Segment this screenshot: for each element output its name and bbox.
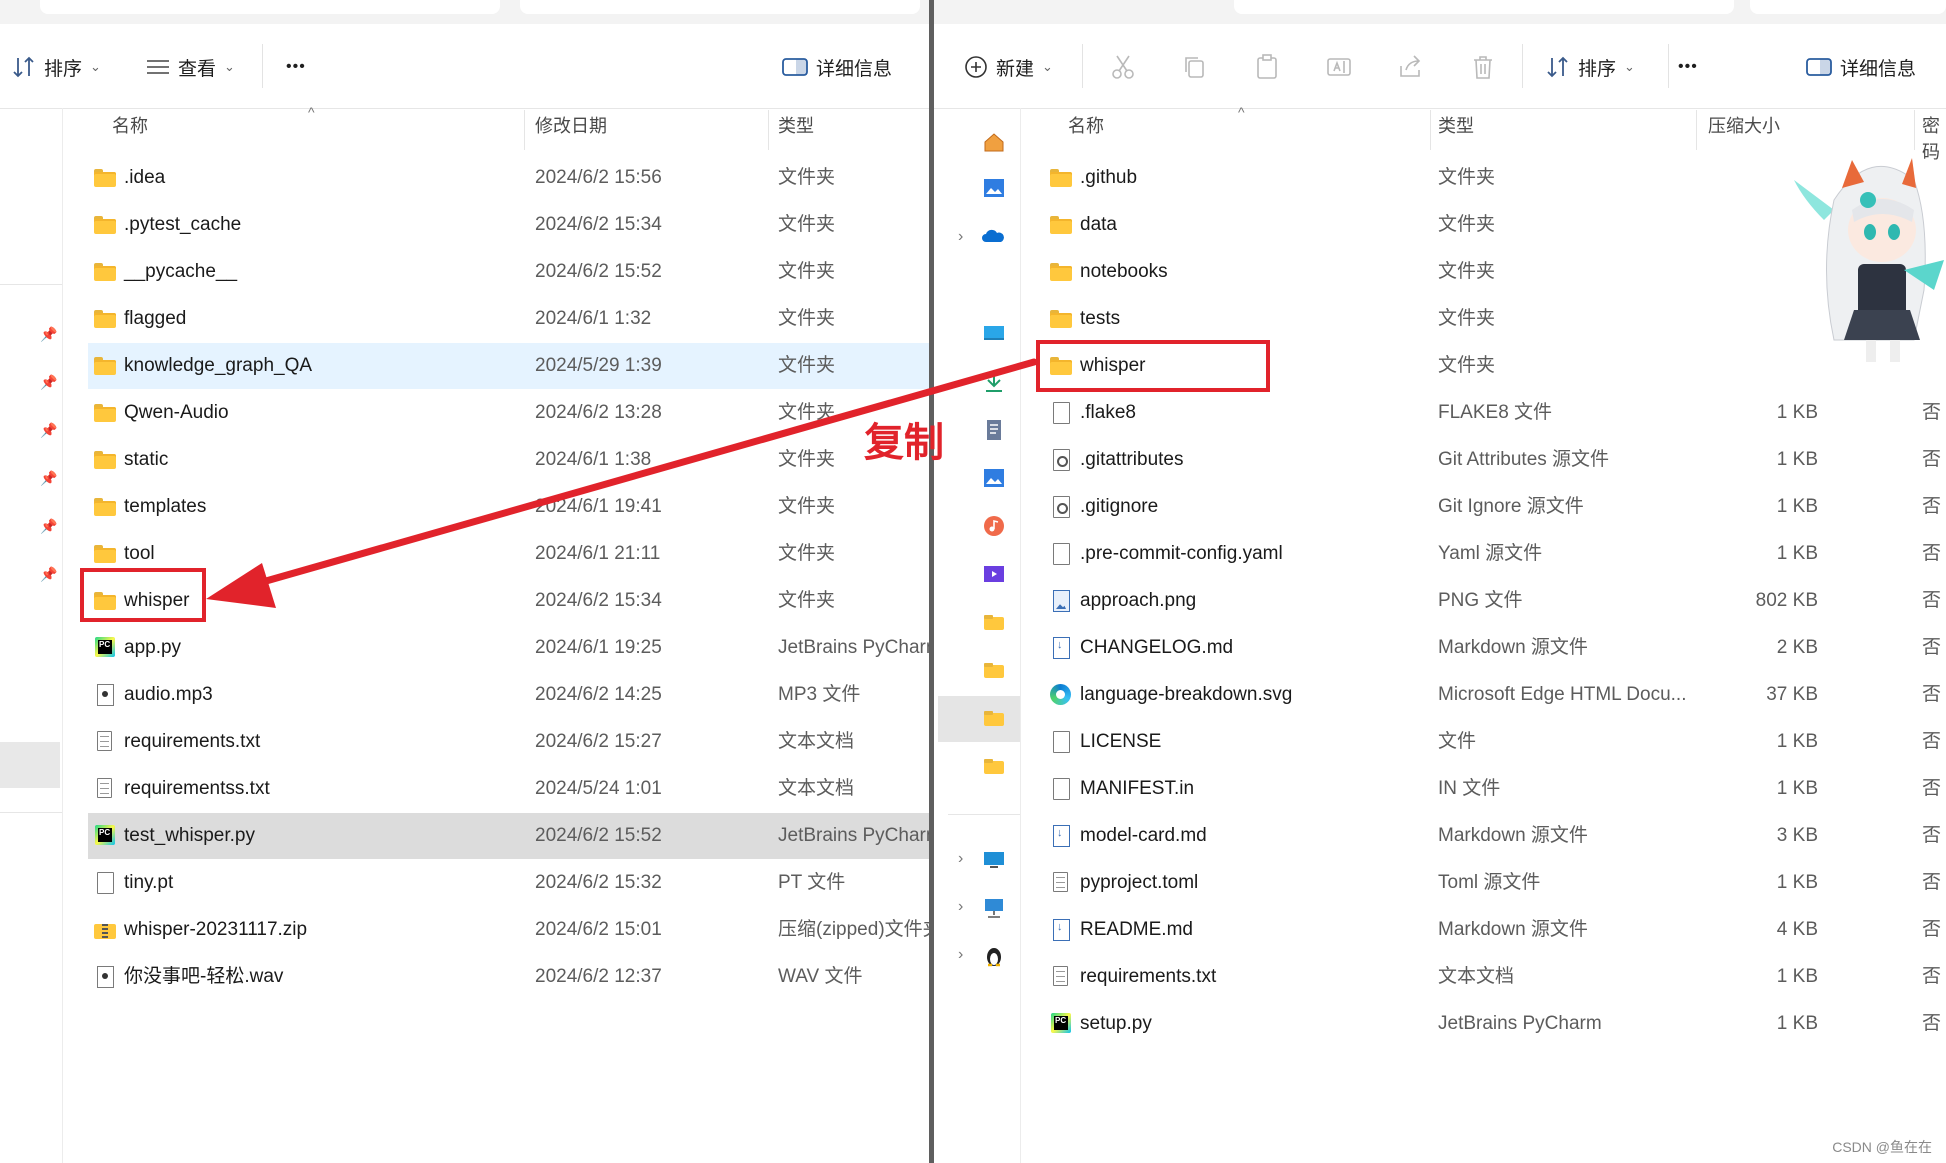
copy-arrow [206, 358, 1038, 608]
copy-annotation-label: 复制 [864, 420, 944, 466]
watermark: CSDN @鱼在在 [1832, 1139, 1932, 1155]
